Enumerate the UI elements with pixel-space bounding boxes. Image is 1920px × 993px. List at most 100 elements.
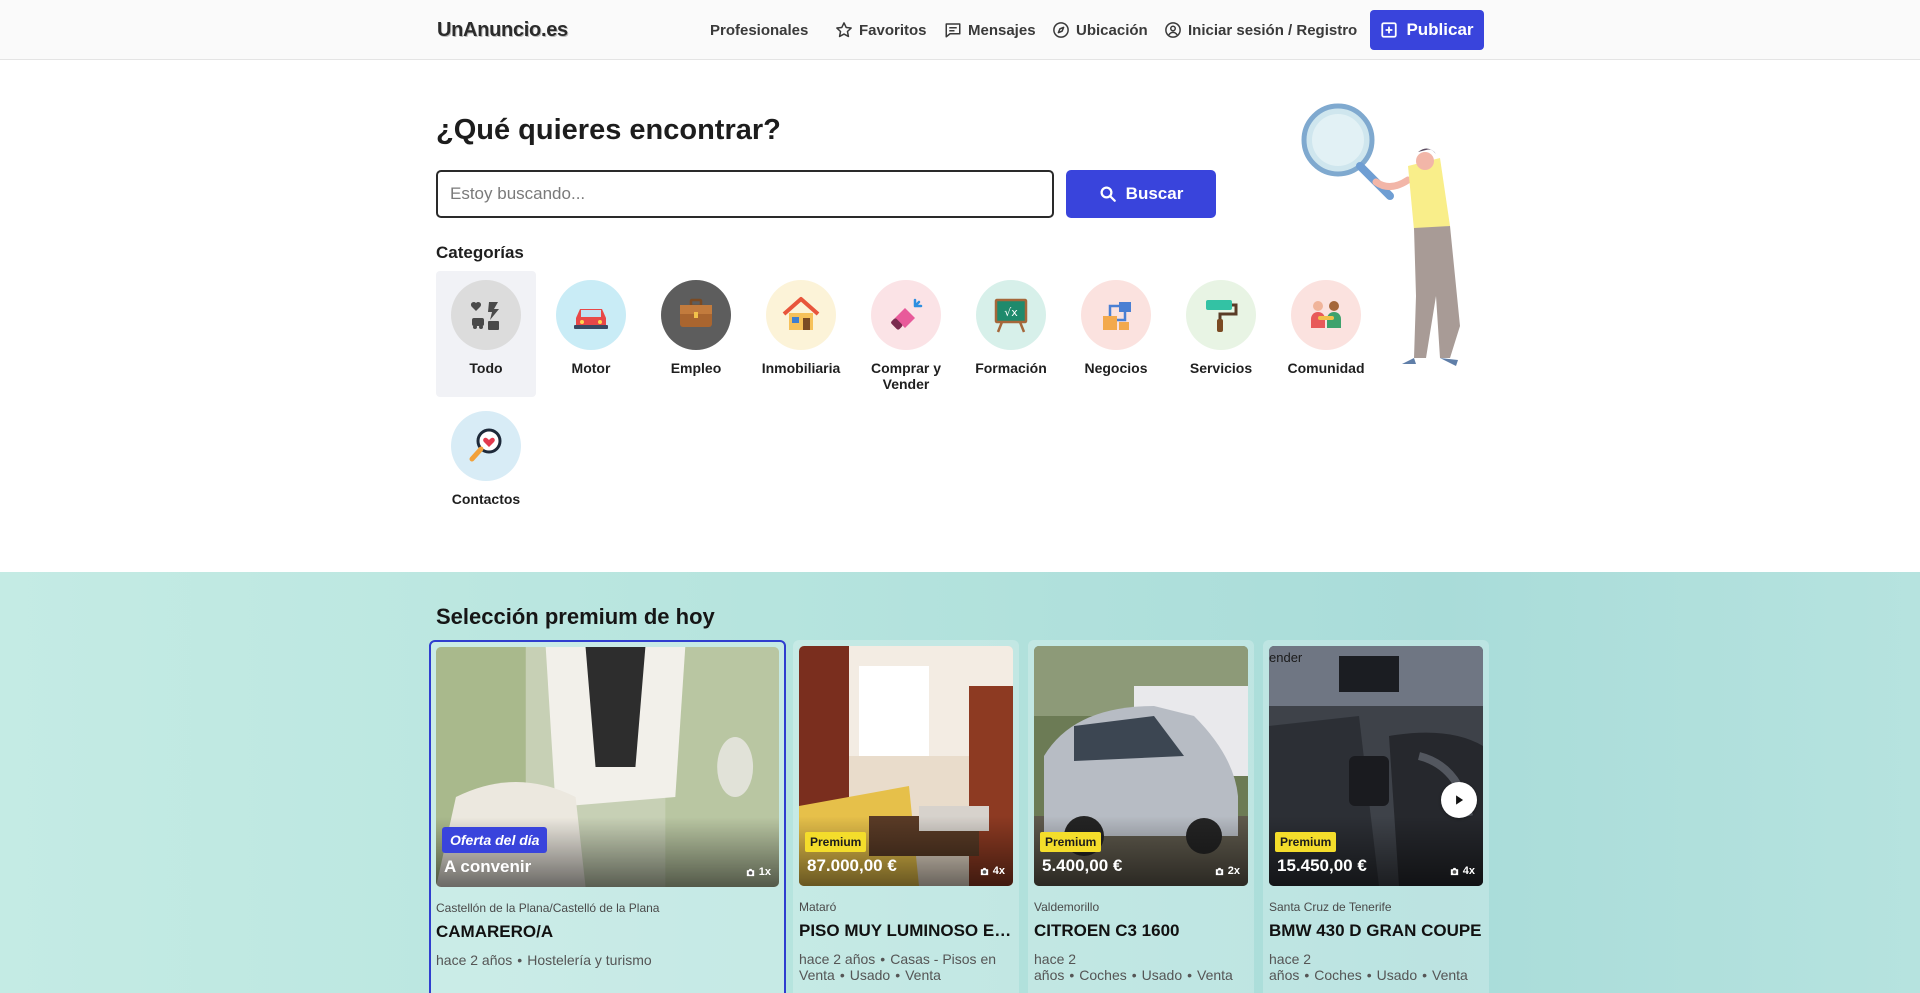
category-negocios[interactable]: Negocios [1066,271,1166,397]
category-label: Motor [571,360,611,376]
photo-count-label: 1x [758,866,771,878]
listing-type: Venta [905,967,941,983]
listing-image[interactable]: Premium 87.000,00 € 4x [799,646,1013,886]
listing-meta: hace 2 años • Coches • Usado • Venta [1269,951,1468,983]
offer-badge: Oferta del día [442,827,548,853]
all-categories-icon [470,302,499,330]
nav-profesionales-label: Profesionales [710,21,809,39]
listing-title[interactable]: CITROEN C3 1600 [1034,921,1248,941]
listing-location: Castellón de la Plana/Castelló de la Pla… [436,901,660,915]
heart-magnifier-icon [469,428,502,462]
listing-card[interactable]: Premium 87.000,00 € 4x Mataró PISO MUY L… [793,640,1019,993]
listing-image[interactable]: Premium 5.400,00 € 2x [1034,646,1248,886]
listing-date: hace 2 años [799,951,876,967]
nav-favoritos-label: Favoritos [859,21,927,39]
premium-badge: Premium [1040,832,1102,852]
category-motor[interactable]: Motor [541,271,641,397]
site-logo[interactable]: UnAnuncio.es [437,19,568,42]
listing-category: Hostelería y turismo [527,952,652,968]
category-todo[interactable]: Todo [436,271,536,397]
listing-title[interactable]: BMW 430 D GRAN COUPE [1269,921,1483,941]
message-icon [945,23,961,38]
publish-button[interactable]: Publicar [1370,10,1484,50]
svg-text:√x: √x [1004,306,1018,319]
photo-count: 4x [979,865,1005,877]
photo-caption: ender [1269,650,1303,665]
listing-image[interactable]: ender Premium 15.450,00 € 4x [1269,646,1483,886]
category-comprar-vender[interactable]: Comprar y Vender [856,271,956,397]
tag-icon [891,298,923,330]
listing-price: A convenir [444,857,532,876]
category-servicios[interactable]: Servicios [1171,271,1271,397]
car-icon [574,309,608,329]
listing-card[interactable]: Premium 5.400,00 € 2x Valdemorillo CITRO… [1028,640,1254,993]
search-button[interactable]: Buscar [1066,170,1216,218]
category-label: Servicios [1189,360,1253,376]
category-label: Comprar y Vender [870,360,942,392]
photo-count: 1x [745,866,771,878]
camera-icon [1450,867,1458,875]
premium-section: Selección premium de hoy Oferta del día … [0,572,1920,993]
paint-roller-icon [1206,300,1238,332]
listing-condition: Usado [1376,967,1418,983]
nav-login[interactable]: Iniciar sesión / Registro [1164,20,1357,40]
chalkboard-icon: √x [994,298,1028,333]
listing-image[interactable]: Oferta del día A convenir 1x [436,647,779,887]
search-input[interactable] [436,170,1054,218]
nav-login-label: Iniciar sesión / Registro [1188,21,1358,39]
category-label: Negocios [1084,360,1148,376]
listing-price: 15.450,00 € [1277,856,1367,875]
nav-mensajes[interactable]: Mensajes [944,20,1036,40]
category-label: Todo [469,360,503,376]
listing-card[interactable]: Oferta del día A convenir 1x Castellón d… [429,640,786,993]
community-icon [1311,301,1341,328]
photo-count-label: 2x [1227,865,1240,877]
listing-category: Coches [1079,967,1127,983]
nav-mensajes-label: Mensajes [968,21,1036,39]
house-icon [782,297,820,330]
business-boxes-icon [1103,302,1131,330]
photo-count-label: 4x [1462,865,1475,877]
plus-square-icon [1381,22,1398,38]
listing-meta: hace 2 años • Coches • Usado • Venta [1034,951,1233,983]
briefcase-icon [680,298,712,327]
nav-favoritos[interactable]: Favoritos [835,20,927,40]
user-circle-icon [1165,22,1181,38]
top-header: UnAnuncio.es Profesionales Favoritos Men… [0,0,1920,60]
compass-icon [1053,22,1069,38]
category-label: Inmobiliaria [761,360,841,376]
photo-count: 4x [1449,865,1475,877]
listing-meta: hace 2 años • Hostelería y turismo [436,952,652,968]
listing-meta: hace 2 años • Casas - Pisos en Venta • Usado… [799,951,997,983]
nav-ubicacion[interactable]: Ubicación [1052,20,1148,40]
camera-icon [1215,867,1223,875]
carousel-next-button[interactable] [1441,782,1477,818]
category-formacion[interactable]: √x Formación [961,271,1061,397]
category-comunidad[interactable]: Comunidad [1276,271,1376,397]
listing-price: 5.400,00 € [1042,856,1123,875]
listing-type: Venta [1432,967,1468,983]
category-empleo[interactable]: Empleo [646,271,746,397]
nav-profesionales[interactable]: Profesionales [710,20,808,40]
category-label: Comunidad [1287,360,1365,376]
search-button-label: Buscar [1125,184,1184,203]
listing-price: 87.000,00 € [807,856,897,875]
camera-icon [980,867,988,875]
premium-section-title: Selección premium de hoy [436,604,715,629]
listing-title[interactable]: CAMARERO/A [436,922,779,942]
category-label: Contactos [451,491,521,507]
publish-label: Publicar [1406,20,1474,39]
listing-location: Mataró [799,900,837,914]
listing-location: Santa Cruz de Tenerife [1269,900,1392,914]
category-label: Formación [975,360,1047,376]
listing-category: Coches [1314,967,1362,983]
listing-title[interactable]: PISO MUY LUMINOSO EN MATARÓ [799,921,1013,941]
listing-type: Venta [1197,967,1233,983]
category-inmobiliaria[interactable]: Inmobiliaria [751,271,851,397]
categories-heading: Categorías [436,243,524,262]
category-label: Empleo [670,360,722,376]
premium-badge: Premium [1275,832,1337,852]
category-contactos[interactable]: Contactos [436,402,536,528]
nav-ubicacion-label: Ubicación [1076,21,1148,39]
premium-badge: Premium [805,832,867,852]
